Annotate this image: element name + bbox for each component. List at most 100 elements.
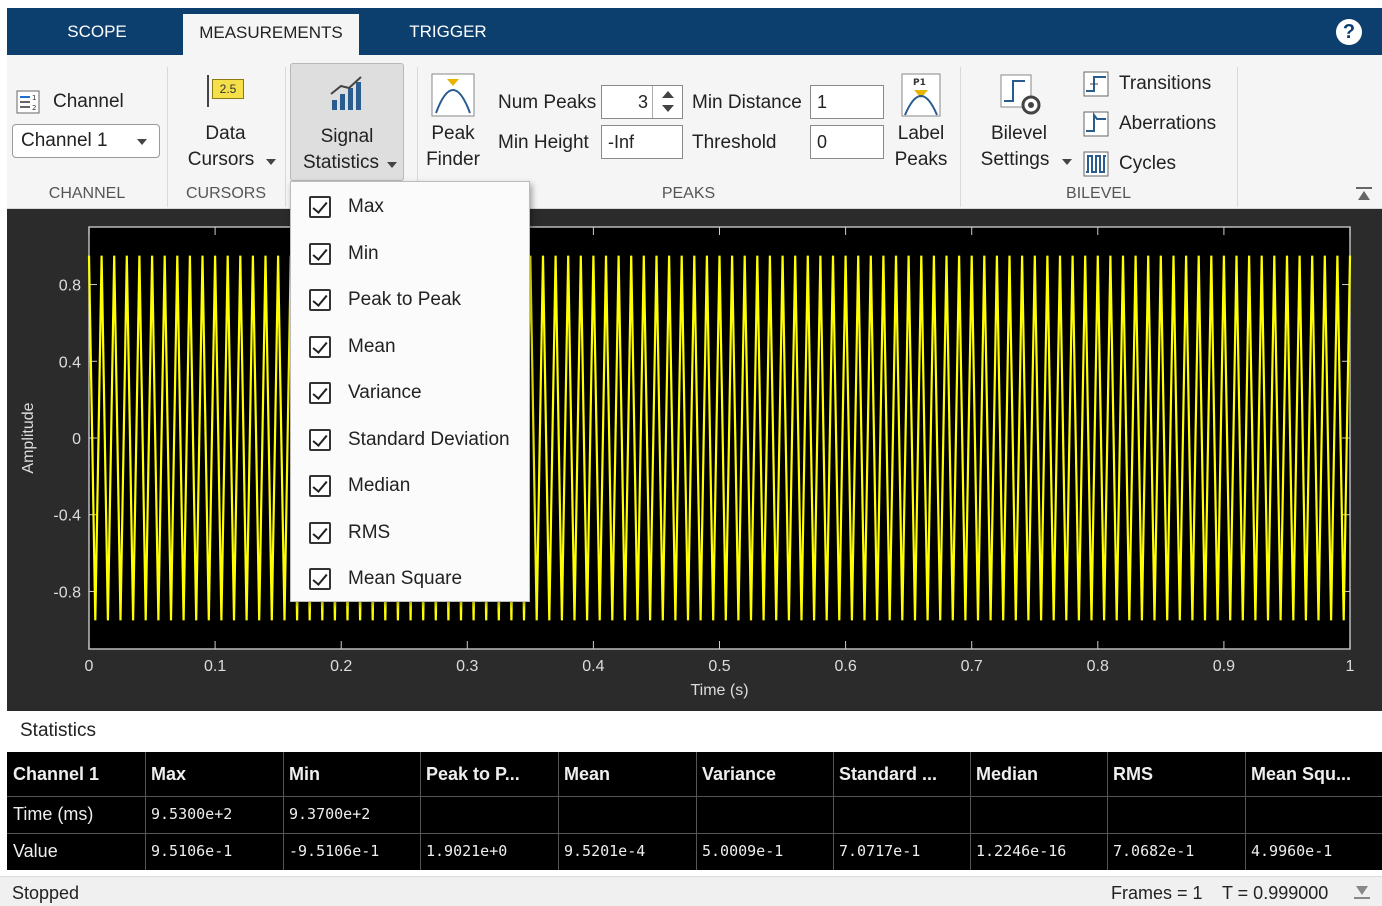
expand-status-icon[interactable] [1354,885,1370,899]
y-tick-label: -0.4 [53,508,81,525]
spin-up-icon[interactable] [662,91,674,98]
x-tick-label: 0.5 [708,658,730,675]
menu-item-label: RMS [348,522,391,543]
signal-statistics-label-line1: Signal [320,126,374,147]
checkbox-checked-icon[interactable] [309,568,331,590]
menu-item-peak-to-peak[interactable]: Peak to Peak [291,277,529,323]
channel-dropdown[interactable]: Channel 1 [12,124,160,158]
table-row-label: Value [13,841,58,861]
statistics-panel-title: Statistics [20,720,97,741]
threshold-label: Threshold [692,132,777,153]
channel-dropdown-value: Channel 1 [21,130,108,151]
menu-item-min[interactable]: Min [291,231,529,277]
checkbox-checked-icon[interactable] [309,475,331,497]
aberrations-button[interactable]: Aberrations [1083,111,1233,139]
section-title-bilevel: BILEVEL [1066,185,1131,202]
column-header[interactable]: Peak to P... [420,752,558,796]
peak-finder-button[interactable]: Peak Finder [421,69,485,179]
num-peaks-value: 3 [637,92,648,112]
min-distance-input[interactable]: 1 [810,85,884,119]
x-tick-label: 0.7 [961,658,983,675]
scope-display: 0.8 0.4 0 -0.4 -0.8 0 0.1 0.2 0.3 0.4 0.5 0.6 0.7 0.8… [7,209,1382,711]
column-header[interactable]: Standard ... [833,752,970,796]
y-tick-label: -0.8 [53,584,81,601]
tab-trigger[interactable]: TRIGGER [393,8,503,55]
tab-scope[interactable]: SCOPE [47,8,147,55]
signal-statistics-icon [330,76,362,110]
peak-finder-label-line2: Finder [426,149,480,170]
channel-icon: 1 2 [16,90,40,114]
column-header[interactable]: Median [970,752,1107,796]
column-header[interactable]: Min [283,752,420,796]
min-height-input[interactable]: -Inf [601,125,683,159]
column-header[interactable]: Mean [558,752,696,796]
table-cell: 4.9960e-1 [1251,842,1333,860]
checkbox-checked-icon[interactable] [309,243,331,265]
chevron-down-icon [387,162,397,168]
chevron-down-icon [137,139,147,145]
min-height-label: Min Height [498,132,589,153]
signal-statistics-button[interactable]: Signal Statistics [290,63,404,181]
signal-plot[interactable]: 0.8 0.4 0 -0.4 -0.8 0 0.1 0.2 0.3 0.4 0.5 0.6 0.7 0.8… [7,209,1382,711]
menu-item-standard-deviation[interactable]: Standard Deviation [291,417,529,463]
table-cell: 1.9021e+0 [426,842,508,860]
collapse-ribbon-icon[interactable] [1356,187,1372,201]
help-icon[interactable]: ? [1336,19,1362,45]
column-header[interactable]: Channel 1 [7,752,145,796]
table-cell: -9.5106e-1 [289,842,380,860]
bilevel-settings-button[interactable]: Bilevel Settings [969,69,1073,179]
checkbox-checked-icon[interactable] [309,289,331,311]
menu-item-median[interactable]: Median [291,463,529,509]
menu-item-rms[interactable]: RMS [291,510,529,556]
checkbox-checked-icon[interactable] [309,522,331,544]
column-header[interactable]: Max [145,752,283,796]
x-tick-label: 0.4 [582,658,604,675]
status-state: Stopped [12,883,80,903]
menu-item-label: Mean [348,336,396,357]
status-bar: Stopped Frames = 1 T = 0.999000 [0,876,1382,906]
column-header[interactable]: RMS [1107,752,1245,796]
y-tick-label: 0.4 [59,354,81,371]
cycles-button[interactable]: Cycles [1083,151,1233,179]
table-cell: 1.2246e-16 [976,842,1067,860]
x-axis-label: Time (s) [690,682,748,699]
y-tick-label: 0 [72,431,81,448]
chevron-down-icon [1062,159,1072,165]
toolstrip-tab-bar: SCOPE MEASUREMENTS TRIGGER ? [7,8,1382,55]
y-axis-label: Amplitude [20,402,37,473]
checkbox-checked-icon[interactable] [309,336,331,358]
data-cursors-icon: 2.5 [207,75,247,107]
data-cursors-label-line1: Data [205,123,246,144]
num-peaks-spinner[interactable]: 3 [601,85,683,119]
tab-measurements[interactable]: MEASUREMENTS [183,14,359,55]
column-header[interactable]: Variance [696,752,833,796]
menu-item-label: Mean Square [348,568,463,589]
menu-item-label: Peak to Peak [348,289,462,310]
divider [285,67,286,207]
transitions-icon [1083,71,1109,97]
menu-item-mean[interactable]: Mean [291,324,529,370]
bilevel-settings-icon [1000,74,1041,115]
menu-item-label: Standard Deviation [348,429,510,450]
checkbox-checked-icon[interactable] [309,196,331,218]
channel-button-label: Channel [53,91,124,112]
menu-item-mean-square[interactable]: Mean Square [291,556,529,602]
status-frames: Frames = 1 [1111,883,1203,903]
spin-down-icon[interactable] [662,105,674,112]
menu-item-variance[interactable]: Variance [291,370,529,416]
status-time: T = 0.999000 [1222,883,1329,903]
statistics-table: Channel 1 Max Min Peak to P... Mean Vari… [7,752,1382,870]
menu-item-max[interactable]: Max [291,184,529,230]
aberrations-icon [1083,111,1109,137]
column-header[interactable]: Mean Squ... [1245,752,1382,796]
checkbox-checked-icon[interactable] [309,429,331,451]
checkbox-checked-icon[interactable] [309,382,331,404]
channel-button[interactable]: 1 2 Channel [15,83,135,119]
transitions-button[interactable]: Transitions [1083,71,1233,99]
label-peaks-button[interactable]: P1 Label Peaks [891,69,951,179]
x-tick-label: 0.6 [834,658,856,675]
transitions-label: Transitions [1119,73,1212,94]
x-tick-label: 0.9 [1213,658,1235,675]
threshold-input[interactable]: 0 [810,125,884,159]
data-cursors-button[interactable]: 2.5 Data Cursors [173,69,283,179]
